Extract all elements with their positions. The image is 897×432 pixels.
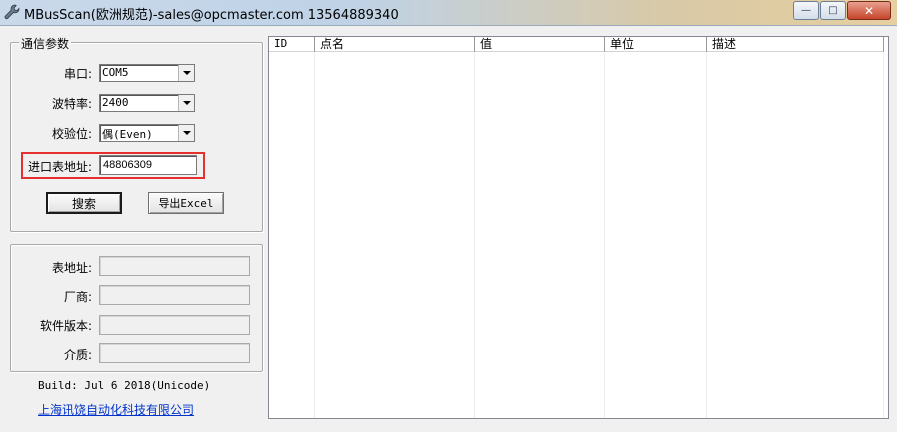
column-divider: [706, 53, 707, 418]
parity-value: 偶(Even): [102, 128, 153, 141]
address-input[interactable]: [100, 156, 196, 174]
list-header: ID 点名 值 单位 描述: [269, 37, 884, 52]
minimize-button[interactable]: —: [793, 1, 819, 20]
export-excel-button[interactable]: 导出Excel: [148, 192, 224, 214]
port-value: COM5: [102, 66, 129, 79]
column-divider: [314, 53, 315, 418]
close-button[interactable]: ✕: [847, 1, 891, 20]
meter-address-label: 表地址:: [51, 261, 92, 275]
vendor-label: 厂商:: [63, 290, 92, 304]
minimize-icon: —: [801, 5, 811, 16]
build-info: Build: Jul 6 2018(Unicode): [38, 379, 211, 392]
wrench-icon: [4, 4, 20, 20]
company-link[interactable]: 上海讯饶自动化科技有限公司: [38, 401, 194, 418]
export-button-label: 导出Excel: [158, 197, 214, 210]
medium-field: [99, 343, 250, 363]
column-divider: [604, 53, 605, 418]
client-area: 通信参数 串口: COM5 波特率: 2400 校验位: 偶(Even) 进口表…: [0, 26, 897, 432]
baud-value: 2400: [102, 96, 129, 109]
column-divider: [474, 53, 475, 418]
parity-label: 校验位:: [51, 127, 92, 141]
search-button[interactable]: 搜索: [46, 192, 122, 214]
points-list[interactable]: ID 点名 值 单位 描述: [268, 36, 889, 419]
chevron-down-icon[interactable]: [178, 125, 194, 141]
address-field[interactable]: [99, 155, 197, 175]
software-version-label: 软件版本:: [39, 319, 92, 333]
column-header-value[interactable]: 值: [475, 37, 605, 52]
vendor-field: [99, 285, 250, 305]
meter-address-field: [99, 256, 250, 276]
maximize-icon: □: [828, 5, 838, 16]
chevron-down-icon[interactable]: [178, 65, 194, 81]
column-header-point-name[interactable]: 点名: [315, 37, 475, 52]
title-bar: MBusScan(欧洲规范)-sales@opcmaster.com 13564…: [0, 0, 897, 26]
column-header-id[interactable]: ID: [269, 37, 315, 52]
port-select[interactable]: COM5: [99, 64, 195, 82]
comm-params-title: 通信参数: [19, 35, 72, 52]
software-version-field: [99, 315, 250, 335]
search-button-label: 搜索: [71, 196, 96, 211]
list-body: [269, 53, 888, 418]
column-divider: [883, 53, 884, 418]
medium-label: 介质:: [63, 348, 92, 362]
address-label: 进口表地址:: [27, 160, 92, 174]
chevron-down-icon[interactable]: [178, 95, 194, 111]
baud-label: 波特率:: [51, 97, 92, 111]
port-label: 串口:: [63, 67, 92, 81]
window-title: MBusScan(欧洲规范)-sales@opcmaster.com 13564…: [24, 8, 399, 23]
baud-select[interactable]: 2400: [99, 94, 195, 112]
close-icon: ✕: [863, 3, 875, 18]
maximize-button[interactable]: □: [820, 1, 846, 20]
column-header-unit[interactable]: 单位: [605, 37, 707, 52]
column-header-description[interactable]: 描述: [707, 37, 884, 52]
parity-select[interactable]: 偶(Even): [99, 124, 195, 142]
